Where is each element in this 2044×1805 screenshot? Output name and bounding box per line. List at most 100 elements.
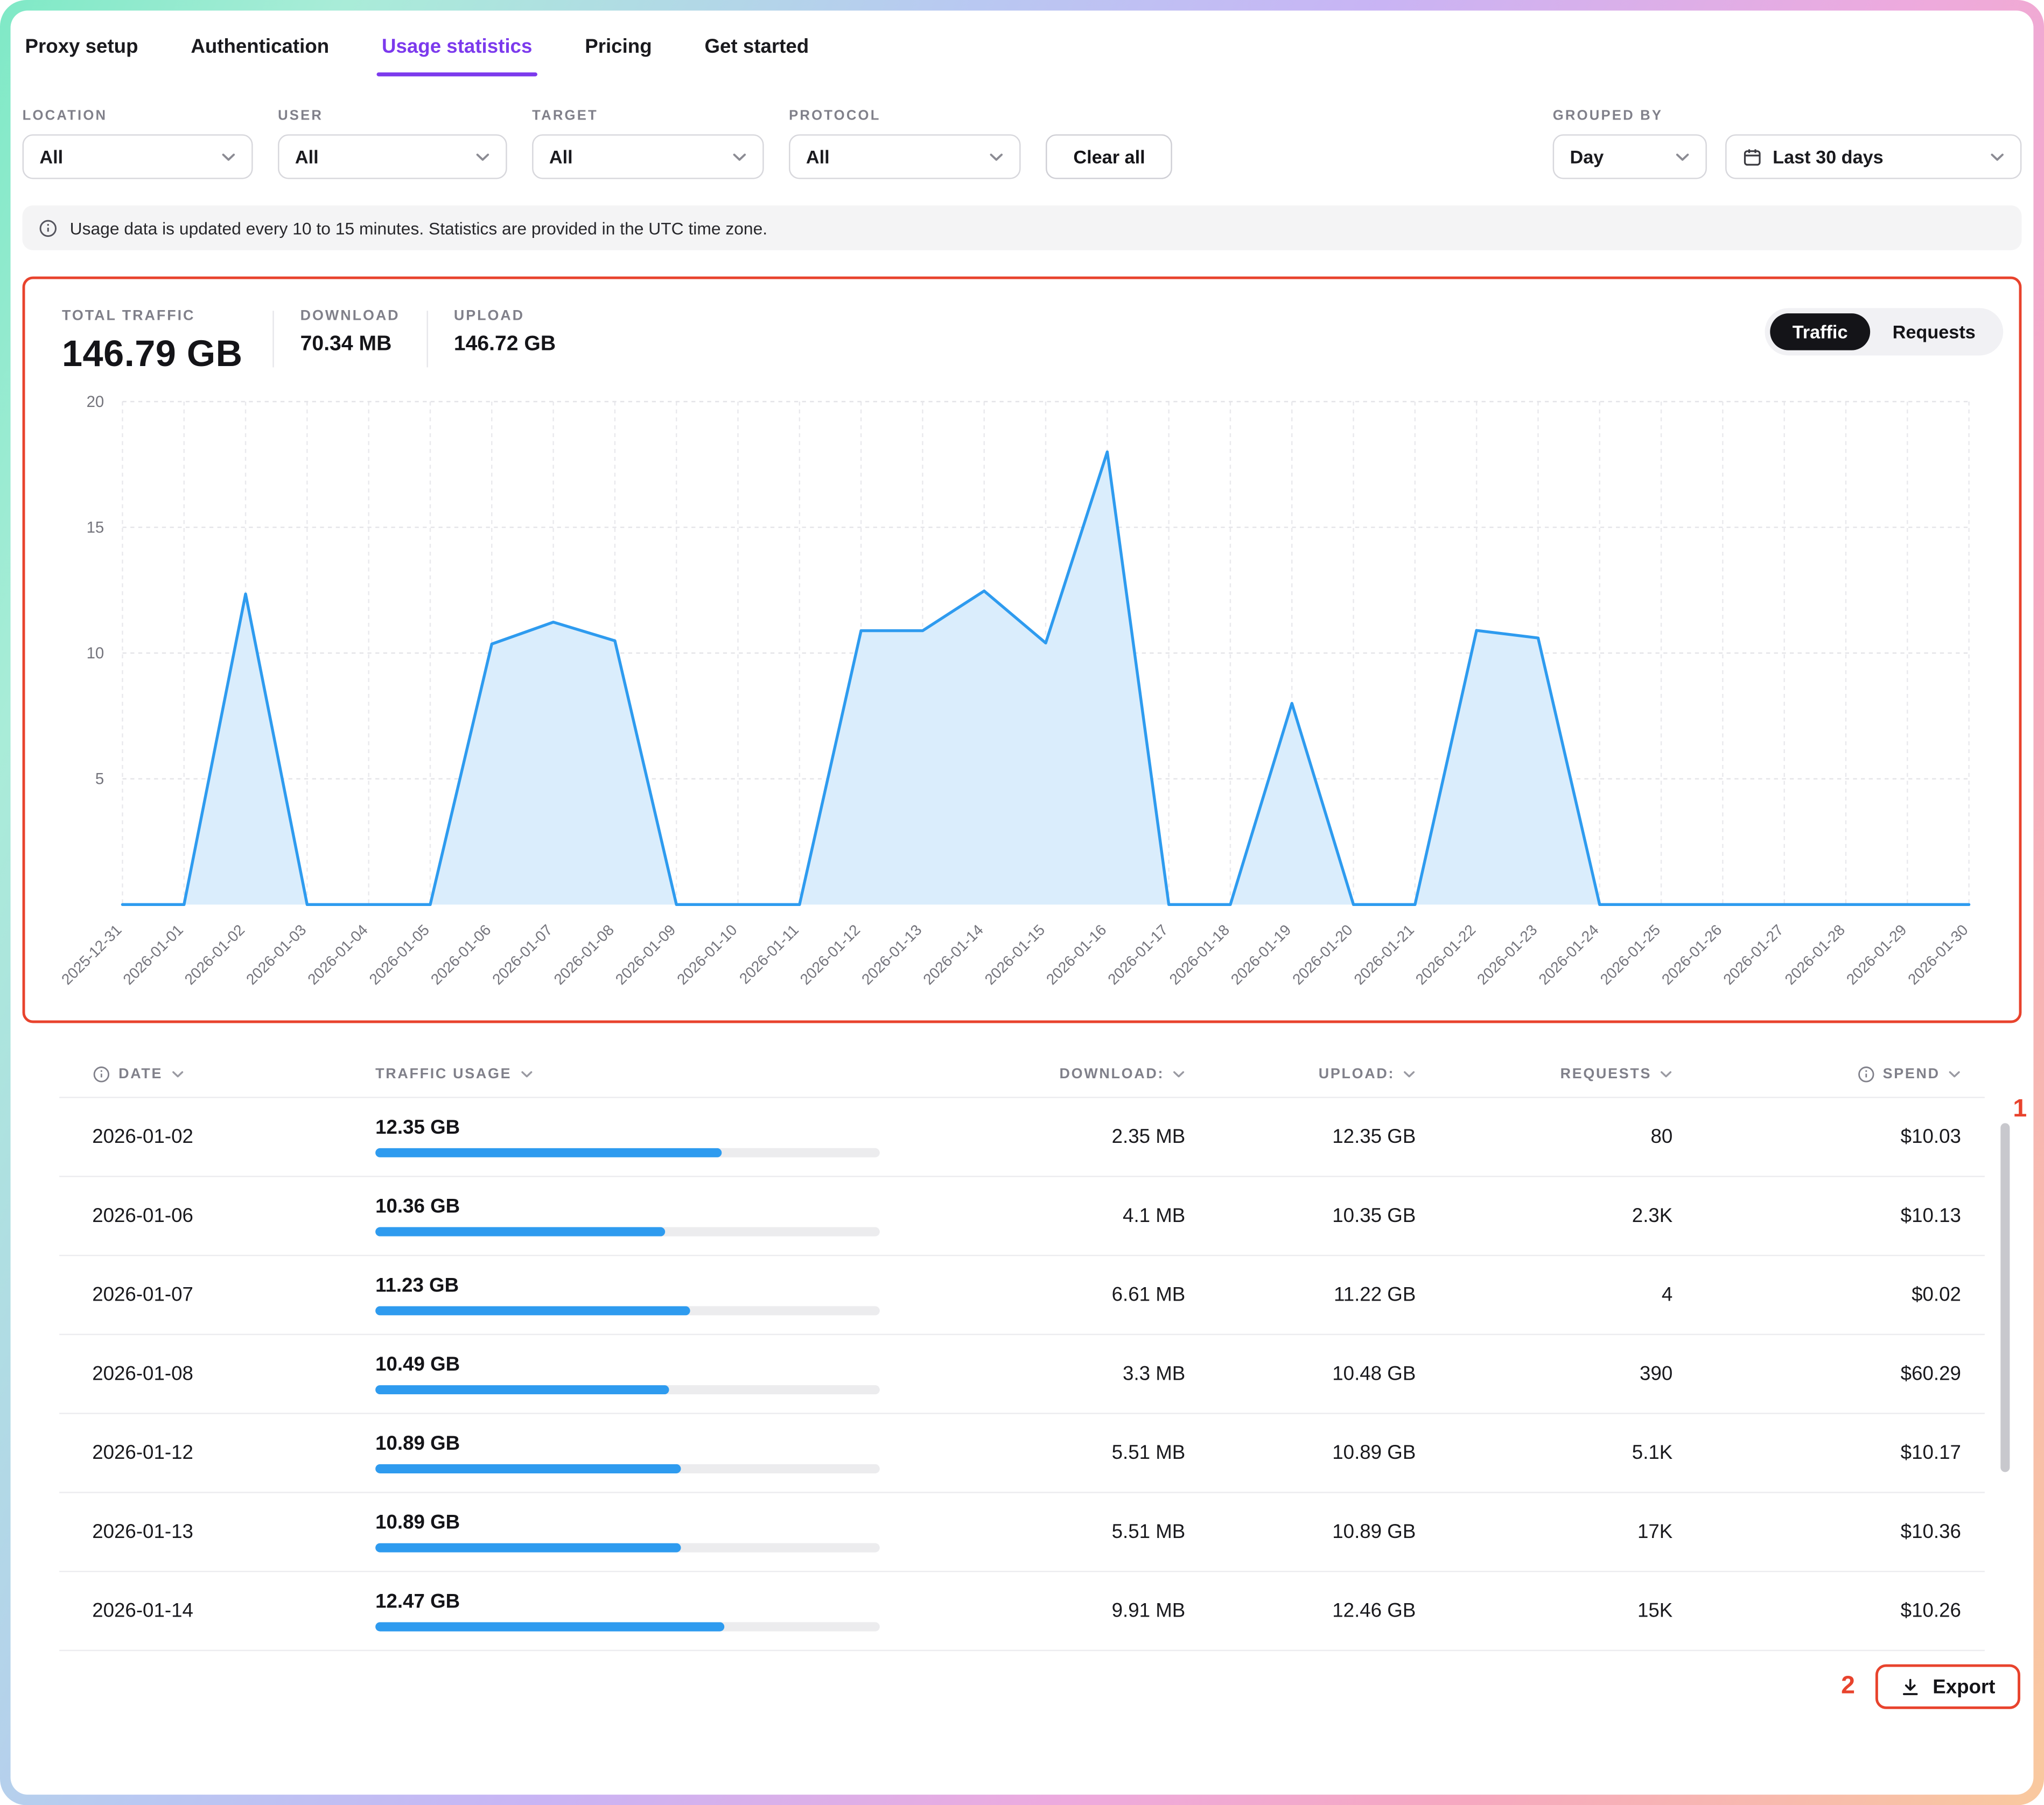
traffic-value: 10.49 GB	[375, 1353, 948, 1376]
download-cell: 9.91 MB	[948, 1600, 1185, 1623]
protocol-select[interactable]: All	[789, 134, 1020, 179]
traffic-bar-track	[375, 1148, 880, 1157]
traffic-usage-cell: 12.47 GB	[375, 1591, 948, 1632]
download-cell: 4.1 MB	[948, 1205, 1185, 1227]
traffic-bar-track	[375, 1227, 880, 1237]
tab-get-started[interactable]: Get started	[702, 27, 812, 76]
date-cell: 2026-01-08	[92, 1362, 375, 1385]
chevron-down-icon	[171, 1071, 184, 1079]
svg-text:2026-01-24: 2026-01-24	[1535, 922, 1602, 988]
column-traffic-usage[interactable]: TRAFFIC USAGE	[375, 1066, 948, 1082]
requests-cell: 4	[1416, 1284, 1672, 1307]
svg-text:2026-01-02: 2026-01-02	[181, 922, 248, 988]
svg-text:2026-01-30: 2026-01-30	[1905, 922, 1971, 988]
toggle-traffic[interactable]: Traffic	[1770, 313, 1870, 350]
upload-cell: 12.46 GB	[1185, 1600, 1416, 1623]
location-select[interactable]: All	[23, 134, 253, 179]
location-value: All	[39, 146, 63, 167]
chevron-down-icon	[1172, 1071, 1185, 1079]
column-requests[interactable]: REQUESTS	[1416, 1066, 1672, 1082]
grouped-by-select[interactable]: Day	[1553, 134, 1707, 179]
tab-proxy-setup[interactable]: Proxy setup	[23, 27, 141, 76]
svg-text:2025-12-31: 2025-12-31	[58, 922, 125, 988]
chevron-down-icon	[1403, 1071, 1416, 1079]
svg-text:2026-01-09: 2026-01-09	[612, 922, 679, 988]
traffic-chart-card: TOTAL TRAFFIC 146.79 GB DOWNLOAD 70.34 M…	[23, 277, 2022, 1023]
svg-text:2026-01-29: 2026-01-29	[1843, 922, 1910, 988]
traffic-value: 12.35 GB	[375, 1116, 948, 1139]
column-traffic-usage-label: TRAFFIC USAGE	[375, 1066, 512, 1082]
upload-cell: 10.89 GB	[1185, 1521, 1416, 1543]
svg-text:2026-01-20: 2026-01-20	[1289, 922, 1356, 988]
spend-cell: $10.36	[1672, 1521, 1961, 1543]
toggle-requests[interactable]: Requests	[1870, 313, 1998, 350]
date-cell: 2026-01-06	[92, 1205, 375, 1227]
traffic-bar-fill	[375, 1306, 690, 1315]
column-date[interactable]: DATE	[92, 1065, 375, 1084]
table-row: 2026-01-02 12.35 GB 2.35 MB 12.35 GB 80 …	[59, 1098, 1985, 1177]
column-download-label: DOWNLOAD:	[1060, 1066, 1165, 1082]
svg-text:2026-01-15: 2026-01-15	[982, 922, 1048, 988]
svg-text:2026-01-23: 2026-01-23	[1474, 922, 1541, 988]
svg-text:2026-01-12: 2026-01-12	[797, 922, 864, 988]
svg-text:2026-01-06: 2026-01-06	[428, 922, 494, 988]
location-label: LOCATION	[23, 108, 253, 124]
upload-label: UPLOAD	[454, 308, 556, 324]
download-cell: 5.51 MB	[948, 1442, 1185, 1464]
svg-text:2026-01-03: 2026-01-03	[243, 922, 310, 988]
chart-mode-toggle: Traffic Requests	[1765, 308, 2003, 355]
column-upload[interactable]: UPLOAD:	[1185, 1066, 1416, 1082]
download-icon	[1901, 1677, 1921, 1697]
svg-text:2026-01-11: 2026-01-11	[736, 922, 802, 987]
footer: 2 Export	[11, 1664, 2020, 1709]
user-select[interactable]: All	[278, 134, 507, 179]
grouped-by-value: Day	[1570, 146, 1604, 167]
traffic-bar-fill	[375, 1227, 666, 1237]
target-select[interactable]: All	[532, 134, 764, 179]
date-cell: 2026-01-07	[92, 1284, 375, 1307]
traffic-bar-track	[375, 1622, 880, 1631]
clear-all-button[interactable]: Clear all	[1046, 134, 1173, 179]
table-scrollbar[interactable]	[2000, 1123, 2010, 1472]
traffic-value: 12.47 GB	[375, 1591, 948, 1613]
svg-text:2026-01-27: 2026-01-27	[1720, 922, 1787, 988]
info-icon	[38, 218, 58, 238]
column-spend[interactable]: SPEND	[1672, 1065, 1961, 1084]
column-download[interactable]: DOWNLOAD:	[948, 1066, 1185, 1082]
export-button-label: Export	[1933, 1675, 1995, 1698]
tab-authentication[interactable]: Authentication	[188, 27, 332, 76]
protocol-label: PROTOCOL	[789, 108, 1020, 124]
tab-pricing[interactable]: Pricing	[582, 27, 654, 76]
column-spend-label: SPEND	[1883, 1066, 1940, 1082]
traffic-value: 10.89 GB	[375, 1432, 948, 1455]
requests-cell: 390	[1416, 1362, 1672, 1385]
traffic-usage-cell: 10.89 GB	[375, 1512, 948, 1553]
table-row: 2026-01-07 11.23 GB 6.61 MB 11.22 GB 4 $…	[59, 1256, 1985, 1335]
annotation-marker-2: 2	[1841, 1672, 1855, 1701]
date-cell: 2026-01-02	[92, 1126, 375, 1148]
date-range-select[interactable]: Last 30 days	[1725, 134, 2021, 179]
grouped-by-label: GROUPED BY	[1553, 108, 1707, 124]
total-traffic-value: 146.79 GB	[62, 333, 246, 375]
traffic-usage-cell: 11.23 GB	[375, 1275, 948, 1316]
svg-text:2026-01-26: 2026-01-26	[1658, 922, 1725, 988]
chevron-down-icon	[989, 152, 1004, 161]
date-cell: 2026-01-12	[92, 1442, 375, 1464]
svg-text:2026-01-10: 2026-01-10	[674, 922, 740, 988]
table-row: 2026-01-13 10.89 GB 5.51 MB 10.89 GB 17K…	[59, 1493, 1985, 1572]
table-row: 2026-01-14 12.47 GB 9.91 MB 12.46 GB 15K…	[59, 1572, 1985, 1651]
info-banner: Usage data is updated every 10 to 15 min…	[23, 206, 2022, 250]
traffic-bar-fill	[375, 1148, 722, 1157]
info-banner-text: Usage data is updated every 10 to 15 min…	[70, 218, 768, 238]
svg-text:2026-01-19: 2026-01-19	[1228, 922, 1294, 988]
tab-usage-statistics[interactable]: Usage statistics	[379, 27, 535, 76]
gradient-frame: Proxy setup Authentication Usage statist…	[0, 0, 2044, 1805]
traffic-bar-track	[375, 1543, 880, 1553]
traffic-usage-cell: 10.89 GB	[375, 1432, 948, 1473]
date-range-value: Last 30 days	[1773, 146, 1884, 167]
download-value: 70.34 MB	[300, 333, 400, 357]
spend-cell: $0.02	[1672, 1284, 1961, 1307]
table-body: 2026-01-02 12.35 GB 2.35 MB 12.35 GB 80 …	[59, 1098, 1985, 1651]
upload-cell: 10.48 GB	[1185, 1362, 1416, 1385]
export-button[interactable]: Export	[1876, 1664, 2020, 1709]
